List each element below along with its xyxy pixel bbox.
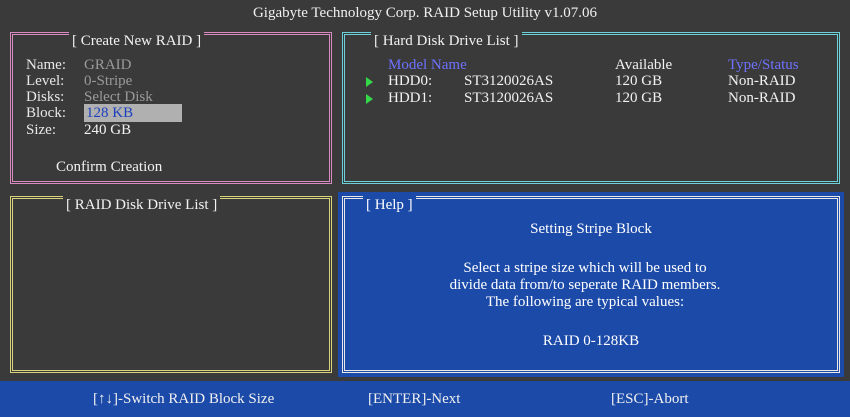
block-label: Block: <box>26 105 66 121</box>
size-label: Size: <box>26 122 56 138</box>
hdd-list-title: [ Hard Disk Drive List ] <box>371 32 522 50</box>
hdd-list-frame: [ Hard Disk Drive List ] <box>342 32 840 184</box>
hdd-list-panel: [ Hard Disk Drive List ] Model Name Avai… <box>338 28 844 188</box>
hdd-type: Non-RAID <box>728 73 796 89</box>
hdd-available: 120 GB <box>615 90 663 106</box>
help-text-line: divide data from/to seperate RAID member… <box>449 277 721 293</box>
block-field[interactable]: Block: 128 KB <box>26 104 182 122</box>
hdd-model: ST3120026AS <box>464 90 554 106</box>
hdd-id: HDD1: <box>388 90 433 106</box>
create-raid-title: [ Create New RAID ] <box>69 32 205 50</box>
block-value[interactable]: 128 KB <box>84 104 182 122</box>
size-value: 240 GB <box>84 122 132 138</box>
help-text-line: Select a stripe size which will be used … <box>463 260 707 276</box>
hdd-row[interactable]: HDD0: ST3120026AS 120 GB Non-RAID <box>366 72 826 90</box>
create-raid-panel: [ Create New RAID ] Name: GRAID Level: 0-S… <box>6 28 336 188</box>
help-panel: [ Help ] Setting Stripe Block Select a s… <box>338 192 844 377</box>
help-title: [ Help ] <box>363 196 416 214</box>
footer-bar: [↑↓]-Switch RAID Block Size [ENTER]-Next… <box>0 381 850 417</box>
hdd-type: Non-RAID <box>728 90 796 106</box>
raid-list-panel: [ RAID Disk Drive List ] <box>6 192 336 377</box>
next-hint[interactable]: [ENTER]-Next <box>368 381 460 417</box>
arrow-right-icon <box>366 76 373 87</box>
window-title: Gigabyte Technology Corp. RAID Setup Uti… <box>0 0 850 26</box>
confirm-creation-button[interactable]: Confirm Creation <box>56 158 162 176</box>
hdd-model: ST3120026AS <box>464 73 554 89</box>
size-field[interactable]: Size: 240 GB <box>26 121 131 139</box>
hdd-id: HDD0: <box>388 73 433 89</box>
help-text-line: The following are typical values: <box>485 294 685 310</box>
help-heading: Setting Stripe Block <box>530 221 652 237</box>
arrow-right-icon <box>366 93 373 104</box>
hdd-available: 120 GB <box>615 73 663 89</box>
hdd-row[interactable]: HDD1: ST3120026AS 120 GB Non-RAID <box>366 89 826 107</box>
level-value: 0-Stripe <box>84 73 133 89</box>
help-example: RAID 0-128KB <box>542 333 640 349</box>
name-value: GRAID <box>84 57 132 73</box>
raid-list-frame: [ RAID Disk Drive List ] <box>10 196 332 373</box>
switch-block-size-hint[interactable]: [↑↓]-Switch RAID Block Size <box>93 381 274 417</box>
abort-hint[interactable]: [ESC]-Abort <box>611 381 689 417</box>
disks-value: Select Disk <box>84 89 153 105</box>
raid-list-title: [ RAID Disk Drive List ] <box>63 196 221 214</box>
